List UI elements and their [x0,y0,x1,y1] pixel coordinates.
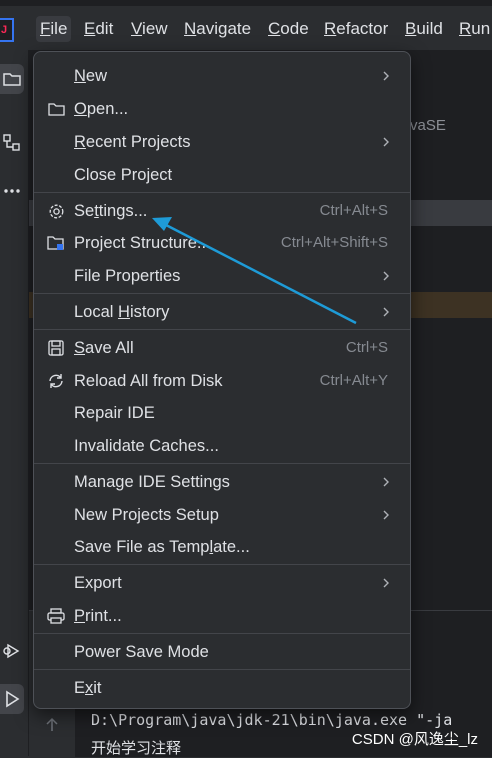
folder-icon [47,100,65,118]
menu-item-save-as-template[interactable]: Save File as Template... [34,531,410,563]
shortcut-label: Ctrl+Alt+Shift+S [280,234,388,251]
submenu-arrow-icon [383,578,389,588]
menu-run[interactable]: Run [455,16,492,42]
services-icon[interactable] [0,636,24,666]
menu-item-settings[interactable]: Settings... Ctrl+Alt+S [34,195,410,227]
submenu-arrow-icon [383,510,389,520]
printer-icon [47,607,65,625]
gear-icon [47,202,65,220]
menu-item-exit[interactable]: Exit [34,672,410,704]
menu-item-local-history[interactable]: Local History [34,296,410,328]
submenu-arrow-icon [383,137,389,147]
shortcut-label: Ctrl+Alt+S [319,202,388,219]
editor-tab-fragment: vaSE [410,117,446,134]
menu-item-project-structure[interactable]: Project Structure... Ctrl+Alt+Shift+S [34,227,410,259]
menu-item-close-project[interactable]: Close Project [34,159,410,191]
menu-item-power-save-mode[interactable]: Power Save Mode [34,636,410,668]
submenu-arrow-icon [383,307,389,317]
menu-item-save-all[interactable]: Save All Ctrl+S [34,332,410,364]
shortcut-label: Ctrl+S [345,339,388,356]
menu-item-new[interactable]: New [34,60,410,92]
menu-build[interactable]: Build [401,16,447,42]
menu-item-file-properties[interactable]: File Properties [34,260,410,292]
menu-separator [34,633,410,634]
menu-item-export[interactable]: Export [34,567,410,599]
tool-window-strip [0,50,29,756]
menu-item-open[interactable]: Open... [34,93,410,125]
menu-separator [34,192,410,193]
submenu-arrow-icon [383,71,389,81]
menu-file[interactable]: File [36,16,72,42]
shortcut-label: Ctrl+Alt+Y [319,372,388,389]
menu-item-print[interactable]: Print... [34,600,410,632]
more-tools-icon[interactable] [0,176,24,206]
menu-separator [34,329,410,330]
project-folder-icon[interactable] [0,64,24,94]
menu-edit[interactable]: Edit [80,16,117,42]
project-structure-icon [47,234,65,252]
scroll-up-icon[interactable] [45,717,59,733]
menu-separator [34,463,410,464]
menu-bar: J File Edit View Navigate Code Refactor … [0,6,492,50]
console-command-line: D:\Program\java\jdk-21\bin\java.exe "-ja [91,711,453,729]
structure-icon[interactable] [0,128,24,158]
run-tool-icon[interactable] [0,684,24,714]
menu-item-invalidate-caches[interactable]: Invalidate Caches... [34,430,410,462]
submenu-arrow-icon [383,477,389,487]
menu-refactor[interactable]: Refactor [320,16,392,42]
menu-view[interactable]: View [127,16,172,42]
menu-item-repair-ide[interactable]: Repair IDE [34,397,410,429]
menu-item-new-projects-setup[interactable]: New Projects Setup [34,499,410,531]
menu-separator [34,669,410,670]
file-menu-dropdown: New Open... Recent Projects Close Projec… [33,51,411,709]
menu-separator [34,564,410,565]
menu-item-reload-all[interactable]: Reload All from Disk Ctrl+Alt+Y [34,365,410,397]
app-logo-icon[interactable]: J [0,18,14,42]
menu-code[interactable]: Code [264,16,313,42]
save-icon [47,339,65,357]
menu-item-recent-projects[interactable]: Recent Projects [34,126,410,158]
console-output-line: 开始学习注释 [91,739,182,757]
watermark: CSDN @风逸尘_lz [351,731,478,748]
menu-navigate[interactable]: Navigate [180,16,255,42]
submenu-arrow-icon [383,271,389,281]
menu-separator [34,293,410,294]
menu-item-manage-ide-settings[interactable]: Manage IDE Settings [34,466,410,498]
reload-icon [47,372,65,390]
